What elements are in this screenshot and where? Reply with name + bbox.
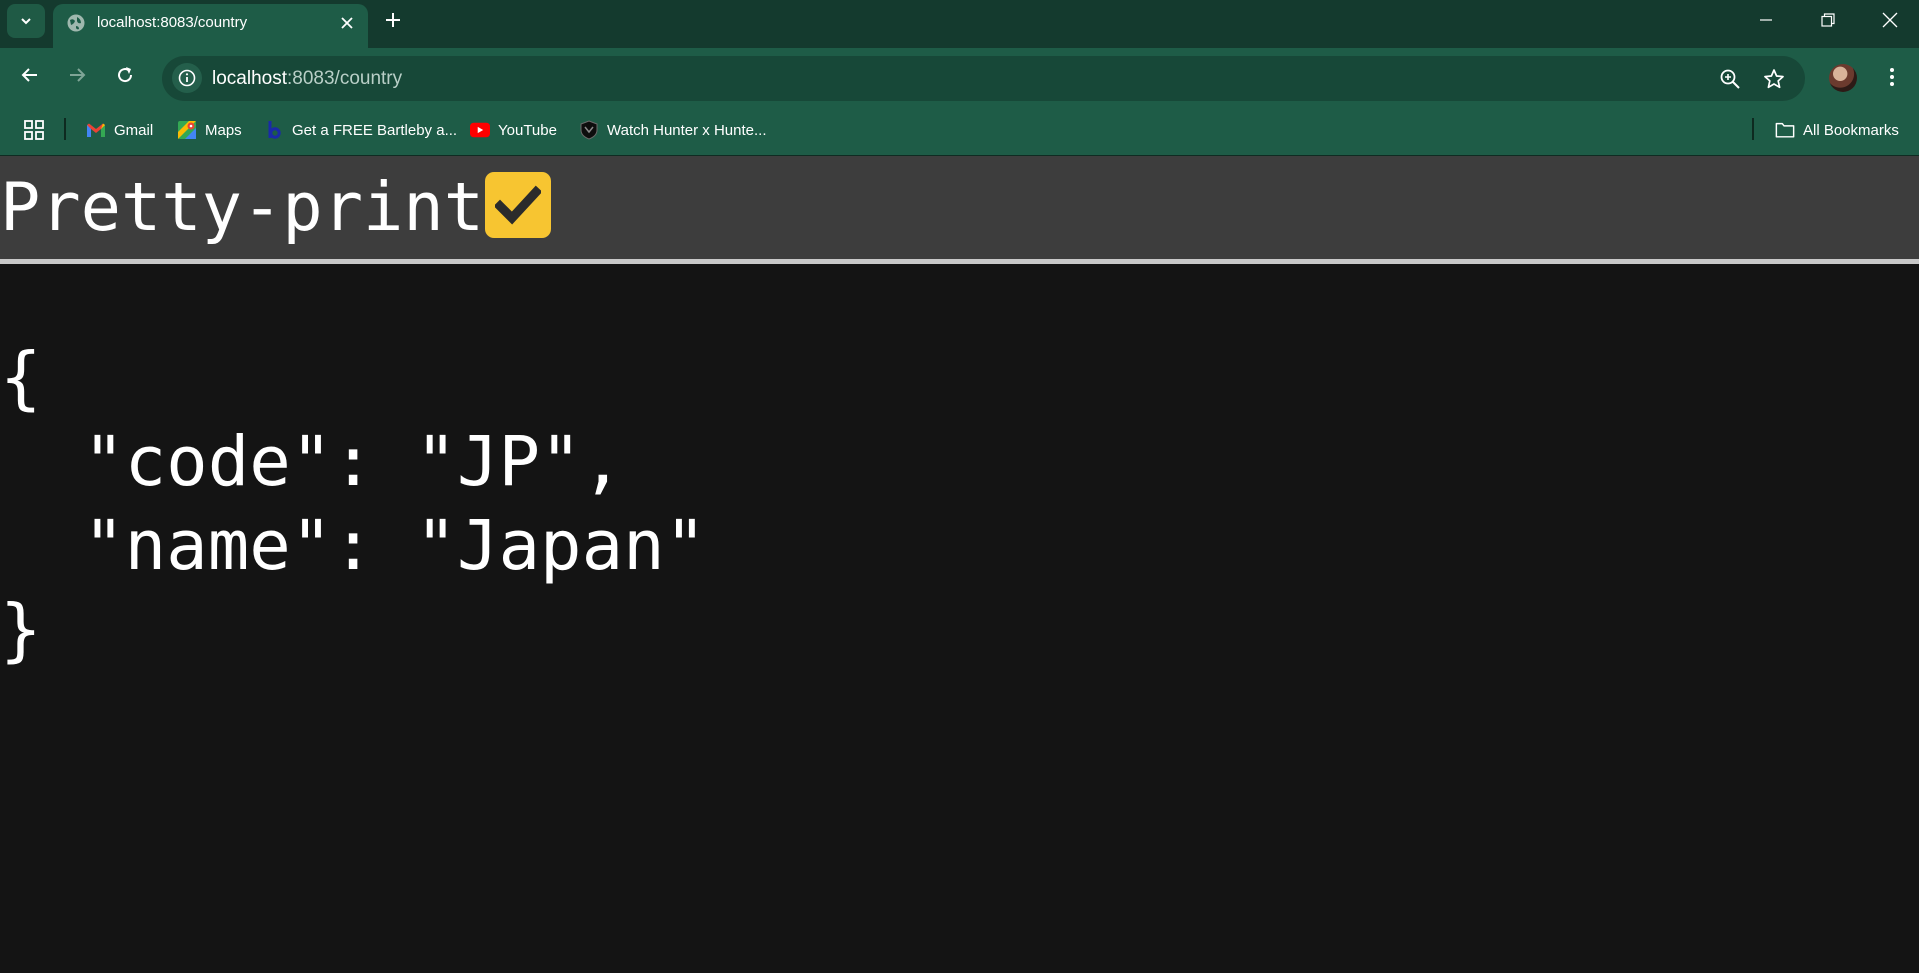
info-icon — [178, 69, 196, 87]
all-bookmarks-label: All Bookmarks — [1803, 121, 1899, 139]
forward-button[interactable] — [60, 58, 94, 92]
back-arrow-icon — [21, 68, 37, 82]
bookmarks-bar: Gmail Maps Get a FREE Bartleby a... YouT… — [0, 104, 1919, 156]
back-button[interactable] — [13, 58, 47, 92]
header-divider — [0, 259, 1919, 264]
restore-button[interactable] — [1797, 0, 1859, 40]
url-path: :8083/country — [287, 68, 403, 89]
tab-title: localhost:8083/country — [97, 14, 248, 31]
plus-icon — [386, 13, 400, 27]
zoom-button[interactable] — [1717, 66, 1743, 92]
browser-toolbar: localhost:8083/country — [0, 48, 1919, 104]
bookmark-maps[interactable]: Maps — [177, 118, 242, 142]
bookmark-label: Maps — [205, 121, 242, 139]
minimize-button[interactable] — [1735, 0, 1797, 40]
url-text[interactable]: localhost:8083/country — [212, 68, 402, 90]
zoom-in-icon — [1720, 69, 1740, 89]
json-line-name: "name": "Japan" — [0, 506, 707, 586]
restore-icon — [1821, 13, 1835, 27]
tab-strip: localhost:8083/country — [0, 0, 1919, 48]
active-tab[interactable]: localhost:8083/country — [53, 4, 368, 48]
browser-menu-button[interactable] — [1880, 62, 1904, 92]
close-window-button[interactable] — [1859, 0, 1919, 40]
gmail-icon — [86, 120, 106, 140]
close-icon — [1882, 12, 1898, 28]
json-close-brace: } — [0, 590, 42, 670]
pretty-print-header: Pretty-print — [0, 156, 1919, 259]
close-icon — [341, 17, 353, 29]
bookmark-label: Watch Hunter x Hunte... — [607, 121, 767, 139]
bookmark-label: Gmail — [114, 121, 154, 139]
json-line-code: "code": "JP", — [0, 422, 624, 502]
bookmark-label: Get a FREE Bartleby a... — [292, 121, 458, 139]
maps-icon — [177, 120, 197, 140]
bookmark-gmail[interactable]: Gmail — [86, 118, 153, 142]
url-host: localhost — [212, 68, 287, 89]
tab-search-button[interactable] — [7, 4, 45, 38]
new-tab-button[interactable] — [380, 7, 406, 33]
bookmarks-separator — [64, 118, 66, 140]
bookmark-hunter[interactable]: Watch Hunter x Hunte... — [579, 118, 767, 142]
bookmarks-separator — [1752, 118, 1754, 140]
json-open-brace: { — [0, 338, 42, 418]
profile-avatar[interactable] — [1829, 64, 1857, 92]
pretty-print-checkbox[interactable] — [485, 172, 551, 238]
reload-icon — [118, 67, 133, 83]
pretty-print-title: Pretty-print — [0, 168, 485, 246]
site-info-button[interactable] — [172, 63, 202, 93]
bartleby-icon — [264, 120, 284, 140]
shield-icon — [579, 120, 599, 140]
forward-arrow-icon — [70, 68, 86, 82]
star-icon — [1764, 69, 1784, 89]
youtube-icon — [470, 120, 490, 140]
close-tab-button[interactable] — [336, 12, 358, 34]
checkmark-icon — [495, 185, 541, 225]
json-output: { "code": "JP", "name": "Japan"} — [0, 336, 706, 672]
bookmark-label: YouTube — [498, 121, 557, 139]
bookmark-bartleby[interactable]: Get a FREE Bartleby a... — [264, 118, 457, 142]
chevron-down-icon — [21, 18, 31, 25]
more-vert-icon — [1890, 68, 1894, 86]
reload-button[interactable] — [108, 58, 142, 92]
address-bar[interactable]: localhost:8083/country — [162, 56, 1805, 101]
apps-grid-icon[interactable] — [22, 118, 46, 142]
bookmark-star-button[interactable] — [1761, 66, 1787, 92]
minimize-icon — [1760, 19, 1772, 21]
bookmark-youtube[interactable]: YouTube — [470, 118, 557, 142]
globe-icon — [67, 14, 85, 32]
folder-icon — [1775, 120, 1795, 140]
all-bookmarks-button[interactable]: All Bookmarks — [1775, 118, 1899, 142]
